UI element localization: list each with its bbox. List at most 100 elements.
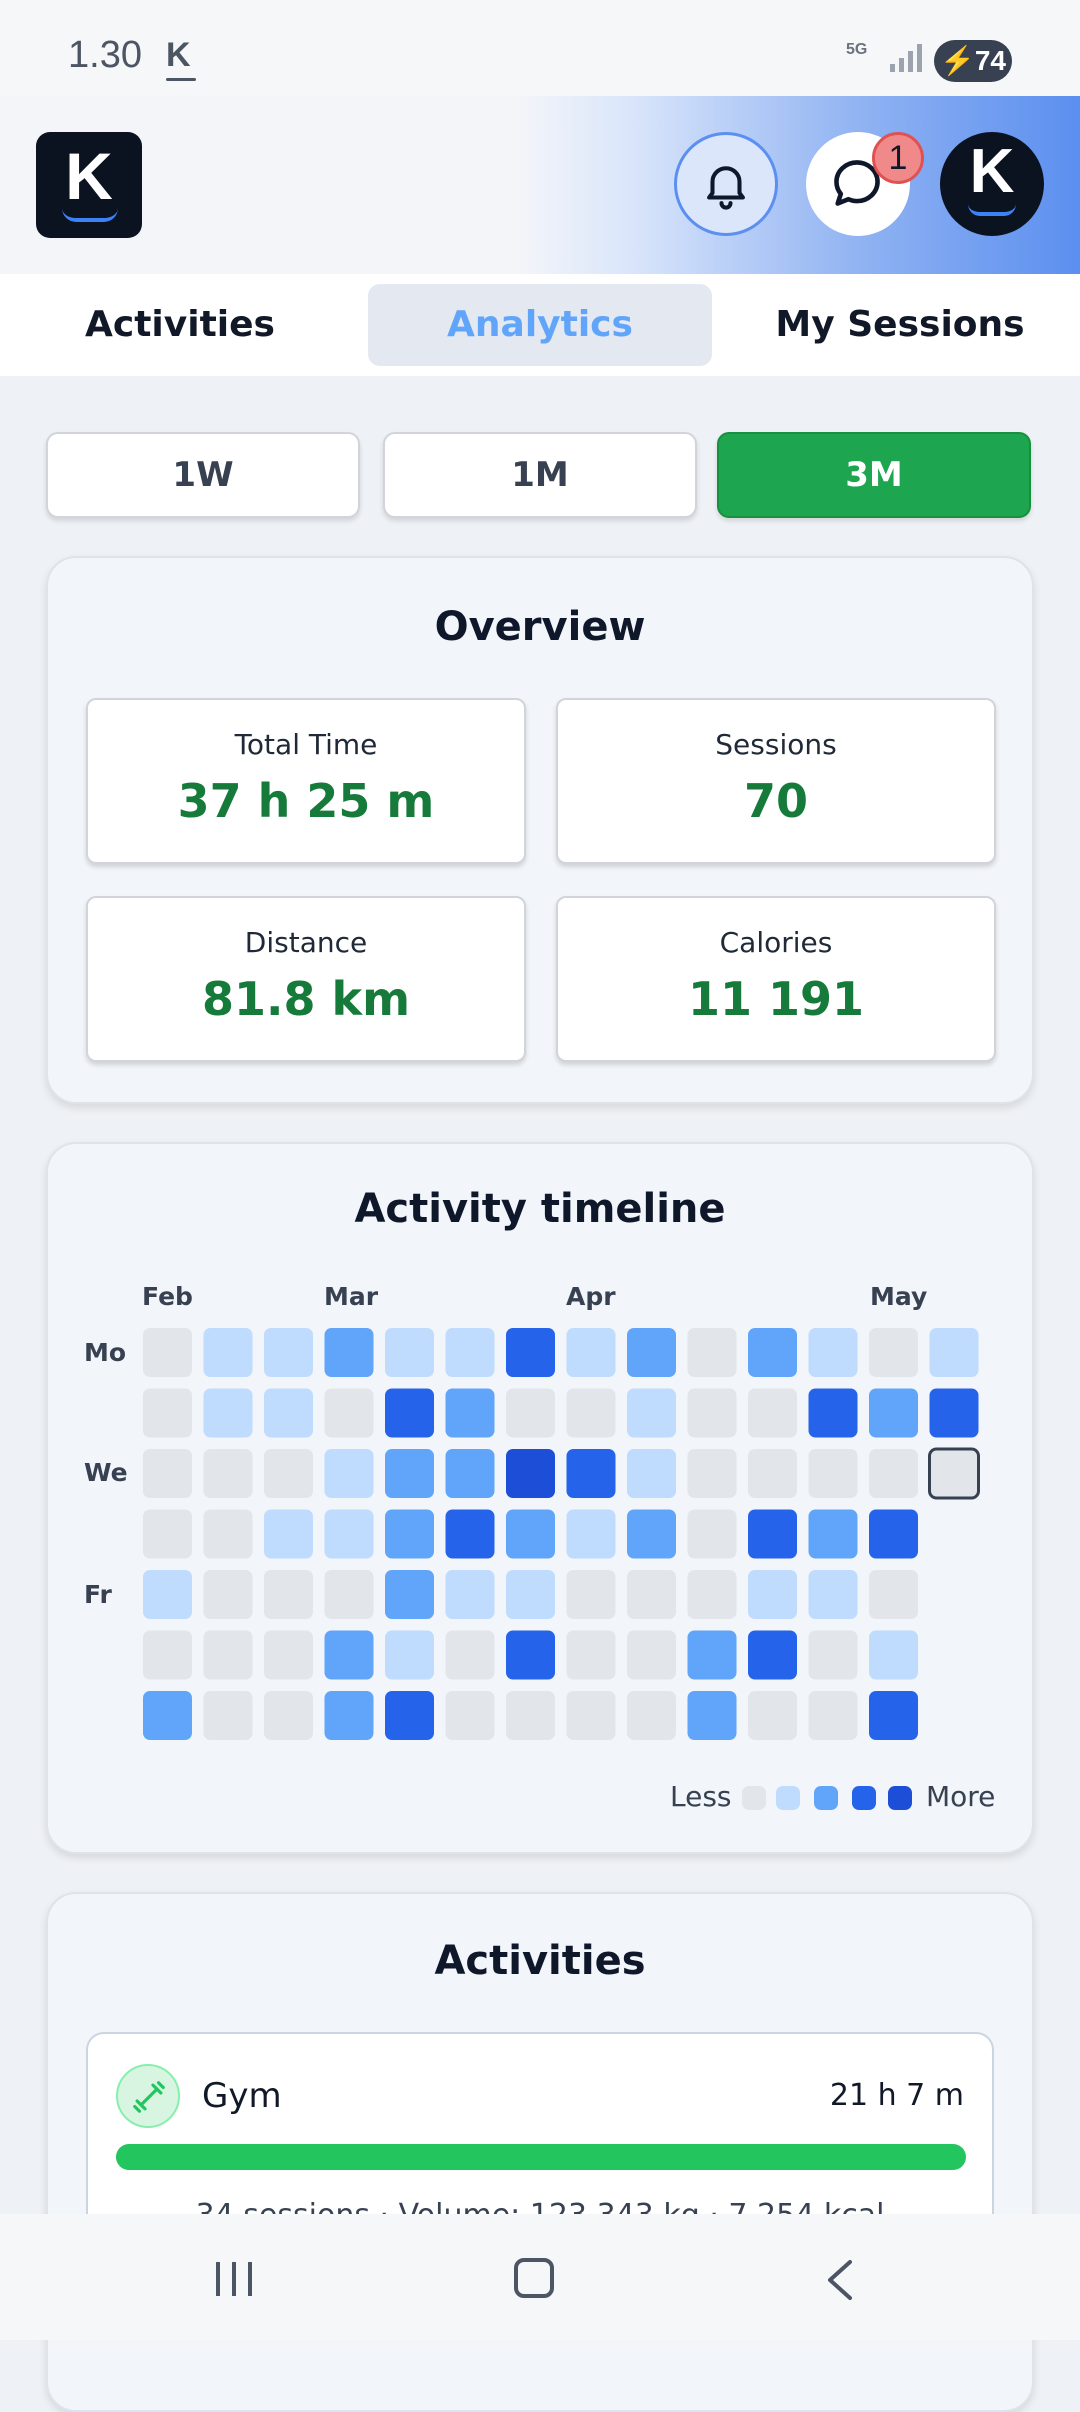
- heatmap-cell[interactable]: [566, 1388, 616, 1438]
- heatmap-cell[interactable]: [324, 1691, 374, 1740]
- heatmap-cell[interactable]: [324, 1570, 374, 1619]
- heatmap-cell[interactable]: [929, 1328, 979, 1377]
- heatmap-cell[interactable]: [506, 1691, 555, 1740]
- heatmap-cell[interactable]: [143, 1449, 192, 1498]
- heatmap-cell[interactable]: [808, 1570, 858, 1619]
- heatmap-cell[interactable]: [385, 1509, 434, 1559]
- heatmap-cell[interactable]: [203, 1691, 253, 1740]
- heatmap-cell[interactable]: [203, 1449, 253, 1498]
- heatmap-cell[interactable]: [385, 1449, 434, 1498]
- heatmap-cell[interactable]: [506, 1630, 555, 1680]
- heatmap-cell[interactable]: [143, 1570, 192, 1619]
- heatmap-cell[interactable]: [506, 1328, 555, 1377]
- heatmap-cell[interactable]: [627, 1509, 676, 1559]
- heatmap-cell[interactable]: [445, 1570, 495, 1619]
- heatmap-cell[interactable]: [506, 1388, 555, 1438]
- heatmap-cell[interactable]: [203, 1630, 253, 1680]
- heatmap-cell[interactable]: [203, 1509, 253, 1559]
- heatmap-cell[interactable]: [748, 1691, 797, 1740]
- heatmap-cell[interactable]: [808, 1328, 858, 1377]
- heatmap-cell[interactable]: [385, 1630, 434, 1680]
- heatmap-cell[interactable]: [385, 1388, 434, 1438]
- heatmap-cell[interactable]: [385, 1570, 434, 1619]
- back-icon[interactable]: [820, 2258, 860, 2302]
- heatmap-cell[interactable]: [869, 1570, 918, 1619]
- heatmap-cell[interactable]: [385, 1328, 434, 1377]
- heatmap-cell[interactable]: [203, 1388, 253, 1438]
- heatmap-cell[interactable]: [324, 1328, 374, 1377]
- heatmap-cell[interactable]: [324, 1388, 374, 1438]
- heatmap-cell[interactable]: [627, 1691, 676, 1740]
- heatmap-cell[interactable]: [506, 1570, 555, 1619]
- heatmap-cell[interactable]: [808, 1509, 858, 1559]
- heatmap-cell[interactable]: [143, 1328, 192, 1377]
- heatmap-cell[interactable]: [445, 1691, 495, 1740]
- heatmap-cell[interactable]: [143, 1630, 192, 1680]
- heatmap-cell[interactable]: [687, 1509, 737, 1559]
- heatmap-cell[interactable]: [264, 1388, 313, 1438]
- heatmap-cell[interactable]: [264, 1691, 313, 1740]
- heatmap-cell[interactable]: [143, 1691, 192, 1740]
- system-nav-bar: [0, 2214, 1080, 2340]
- heatmap-cell[interactable]: [324, 1449, 374, 1498]
- heatmap-cell[interactable]: [748, 1449, 797, 1498]
- heatmap-cell[interactable]: [808, 1449, 858, 1498]
- heatmap-cell[interactable]: [748, 1630, 797, 1680]
- heatmap-cell[interactable]: [687, 1449, 737, 1498]
- legend-swatch: [814, 1786, 838, 1810]
- heatmap-cell[interactable]: [627, 1570, 676, 1619]
- heatmap-cell-today[interactable]: [928, 1447, 980, 1500]
- heatmap-cell[interactable]: [687, 1328, 737, 1377]
- heatmap-cell[interactable]: [869, 1388, 918, 1438]
- heatmap-cell[interactable]: [506, 1509, 555, 1559]
- heatmap-cell[interactable]: [748, 1570, 797, 1619]
- heatmap-cell[interactable]: [566, 1509, 616, 1559]
- heatmap-cell[interactable]: [203, 1570, 253, 1619]
- heatmap-cell[interactable]: [687, 1630, 737, 1680]
- heatmap-cell[interactable]: [445, 1630, 495, 1680]
- heatmap-cell[interactable]: [748, 1388, 797, 1438]
- activity-share-bar: [116, 2144, 966, 2170]
- heatmap-cell[interactable]: [566, 1691, 616, 1740]
- heatmap-cell[interactable]: [203, 1328, 253, 1377]
- heatmap-cell[interactable]: [566, 1449, 616, 1498]
- heatmap-cell[interactable]: [324, 1509, 374, 1559]
- heatmap-cell[interactable]: [869, 1449, 918, 1498]
- heatmap-cell[interactable]: [264, 1630, 313, 1680]
- heatmap-cell[interactable]: [687, 1388, 737, 1438]
- heatmap-cell[interactable]: [808, 1630, 858, 1680]
- heatmap-cell[interactable]: [264, 1570, 313, 1619]
- heatmap-cell[interactable]: [627, 1449, 676, 1498]
- heatmap-cell[interactable]: [143, 1388, 192, 1438]
- heatmap-cell[interactable]: [445, 1509, 495, 1559]
- heatmap-cell[interactable]: [264, 1328, 313, 1377]
- heatmap-cell[interactable]: [566, 1630, 616, 1680]
- heatmap-cell[interactable]: [264, 1449, 313, 1498]
- heatmap-cell[interactable]: [566, 1328, 616, 1377]
- heatmap-cell[interactable]: [929, 1388, 979, 1438]
- heatmap-cell[interactable]: [869, 1630, 918, 1680]
- heatmap-cell[interactable]: [506, 1449, 555, 1498]
- heatmap-cell[interactable]: [445, 1388, 495, 1438]
- heatmap-cell[interactable]: [808, 1388, 858, 1438]
- heatmap-cell[interactable]: [627, 1630, 676, 1680]
- heatmap-cell[interactable]: [748, 1509, 797, 1559]
- heatmap-cell[interactable]: [869, 1328, 918, 1377]
- heatmap-cell[interactable]: [143, 1509, 192, 1559]
- heatmap-cell[interactable]: [627, 1388, 676, 1438]
- heatmap-cell[interactable]: [687, 1570, 737, 1619]
- heatmap-cell[interactable]: [627, 1328, 676, 1377]
- heatmap-cell[interactable]: [264, 1509, 313, 1559]
- heatmap-cell[interactable]: [687, 1691, 737, 1740]
- heatmap-cell[interactable]: [869, 1509, 918, 1559]
- heatmap-cell[interactable]: [385, 1691, 434, 1740]
- heatmap-cell[interactable]: [445, 1449, 495, 1498]
- heatmap-cell[interactable]: [445, 1328, 495, 1377]
- home-icon[interactable]: [514, 2258, 554, 2298]
- recent-apps-icon[interactable]: [212, 2260, 256, 2298]
- heatmap-cell[interactable]: [566, 1570, 616, 1619]
- heatmap-cell[interactable]: [748, 1328, 797, 1377]
- heatmap-cell[interactable]: [808, 1691, 858, 1740]
- heatmap-cell[interactable]: [869, 1691, 918, 1740]
- heatmap-cell[interactable]: [324, 1630, 374, 1680]
